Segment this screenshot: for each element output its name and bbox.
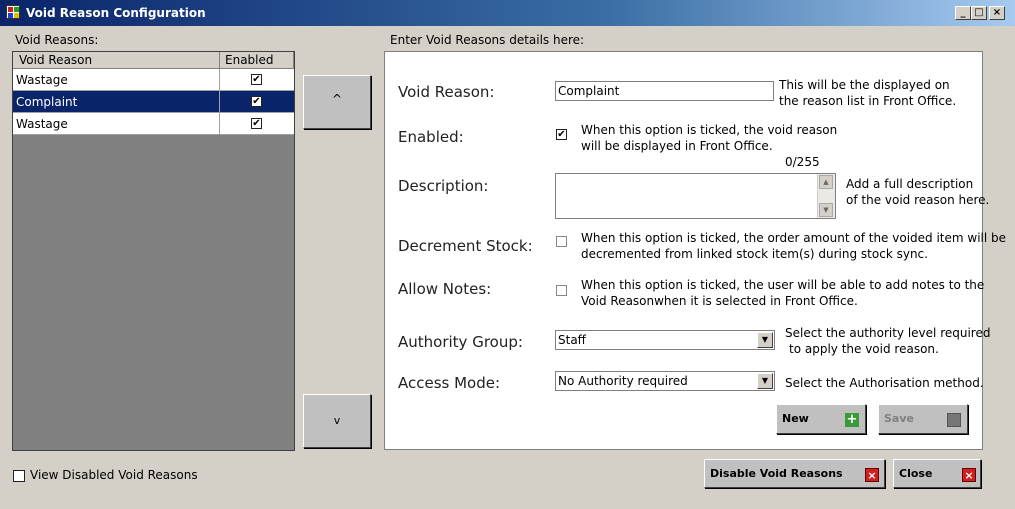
allow-notes-help-line1: When this option is ticked, the user wil… <box>581 278 985 292</box>
access-mode-label: Access Mode: <box>398 374 501 392</box>
close-icon: × <box>865 468 879 482</box>
access-mode-value: No Authority required <box>558 374 688 388</box>
description-label: Description: <box>398 177 489 195</box>
void-reason-help-line1: This will be the displayed on <box>779 78 950 92</box>
void-reason-help: This will be the displayed on the reason… <box>779 77 956 109</box>
decrement-stock-help: When this option is ticked, the order am… <box>581 230 1006 262</box>
allow-notes-label: Allow Notes: <box>398 280 492 298</box>
access-mode-select[interactable]: No Authority required ▼ <box>555 371 775 391</box>
move-down-label: v <box>333 414 341 427</box>
grid-header: Void Reason Enabled <box>13 52 294 69</box>
save-icon <box>947 413 961 427</box>
enabled-checkbox[interactable]: ✔ <box>556 129 567 140</box>
title-bar: Void Reason Configuration _ □ × <box>0 0 1015 26</box>
void-reasons-grid[interactable]: Void Reason Enabled Wastage ✔ Complaint ✔ Wa… <box>12 51 295 451</box>
close-icon: × <box>962 468 976 482</box>
enabled-help-line1: When this option is ticked, the void rea… <box>581 123 838 137</box>
disable-button-label: Disable Void Reasons <box>710 467 843 480</box>
scroll-down-arrow-icon[interactable]: ▼ <box>819 203 833 217</box>
allow-notes-checkbox[interactable] <box>556 285 567 296</box>
description-help: Add a full description of the void reaso… <box>846 176 989 208</box>
save-button[interactable]: Save <box>878 404 968 434</box>
enabled-cell-checkbox[interactable]: ✔ <box>251 96 262 107</box>
details-header: Enter Void Reasons details here: <box>390 33 585 47</box>
authority-help-line1: Select the authority level required <box>785 326 991 340</box>
view-disabled-checkbox[interactable] <box>13 470 25 482</box>
save-button-label: Save <box>884 412 914 425</box>
authority-help-line2: to apply the void reason. <box>789 342 939 356</box>
maximize-button[interactable]: □ <box>971 6 987 20</box>
scroll-up-arrow-icon[interactable]: ▲ <box>819 175 833 189</box>
column-header-void-reason[interactable]: Void Reason <box>13 52 220 69</box>
void-reason-cell: Wastage <box>16 73 68 87</box>
description-textarea[interactable]: ▲ ▼ <box>555 173 836 219</box>
new-button-label: New <box>782 412 809 425</box>
plus-icon: + <box>845 412 859 427</box>
close-button-label: Close <box>899 467 933 480</box>
column-header-enabled[interactable]: Enabled <box>220 52 294 69</box>
allow-notes-help-line2: Void Reasonwhen it is selected in Front … <box>581 294 858 308</box>
move-up-button[interactable]: ^ <box>303 75 371 129</box>
enabled-help: When this option is ticked, the void rea… <box>581 122 837 154</box>
void-reasons-group-label: Void Reasons: <box>15 33 99 47</box>
description-help-line1: Add a full description <box>846 177 974 191</box>
cell-divider <box>219 91 220 112</box>
table-row[interactable]: Wastage ✔ <box>13 69 294 91</box>
app-icon <box>6 5 20 19</box>
authority-group-value: Staff <box>558 333 586 347</box>
table-row[interactable]: Wastage ✔ <box>13 113 294 135</box>
move-up-label: ^ <box>331 92 343 106</box>
decrement-help-line2: decremented from linked stock item(s) du… <box>581 247 928 261</box>
authority-group-label: Authority Group: <box>398 333 523 351</box>
enabled-help-line2: will be displayed in Front Office. <box>581 139 773 153</box>
enabled-label: Enabled: <box>398 128 464 146</box>
chevron-down-icon[interactable]: ▼ <box>757 332 773 348</box>
char-counter: 0/255 <box>785 155 820 169</box>
table-row[interactable]: Complaint ✔ <box>13 91 294 113</box>
enabled-cell-checkbox[interactable]: ✔ <box>251 118 262 129</box>
authority-help: Select the authority level required to a… <box>785 325 990 357</box>
cell-divider <box>219 69 220 90</box>
cell-divider <box>219 113 220 134</box>
void-reason-label: Void Reason: <box>398 83 495 101</box>
decrement-help-line1: When this option is ticked, the order am… <box>581 231 1007 245</box>
void-reason-help-line2: the reason list in Front Office. <box>779 94 957 108</box>
void-reason-input[interactable]: Complaint <box>555 81 774 101</box>
decrement-stock-label: Decrement Stock: <box>398 237 533 255</box>
access-mode-help: Select the Authorisation method. <box>785 376 984 390</box>
decrement-stock-checkbox[interactable] <box>556 236 567 247</box>
void-reason-cell: Wastage <box>16 117 68 131</box>
chevron-down-icon[interactable]: ▼ <box>757 373 773 389</box>
enabled-cell-checkbox[interactable]: ✔ <box>251 74 262 85</box>
void-reason-cell: Complaint <box>16 95 78 109</box>
close-window-button[interactable]: × <box>989 6 1005 20</box>
move-down-button[interactable]: v <box>303 394 371 448</box>
view-disabled-label: View Disabled Void Reasons <box>30 468 198 482</box>
description-scrollbar[interactable]: ▲ ▼ <box>817 174 835 218</box>
allow-notes-help: When this option is ticked, the user wil… <box>581 277 984 309</box>
description-help-line2: of the void reason here. <box>846 193 990 207</box>
minimize-button[interactable]: _ <box>955 6 971 20</box>
new-button[interactable]: New + <box>776 404 866 434</box>
window-title: Void Reason Configuration <box>26 6 206 20</box>
disable-void-reasons-button[interactable]: Disable Void Reasons × <box>704 459 885 488</box>
close-button[interactable]: Close × <box>893 459 981 488</box>
authority-group-select[interactable]: Staff ▼ <box>555 330 775 350</box>
